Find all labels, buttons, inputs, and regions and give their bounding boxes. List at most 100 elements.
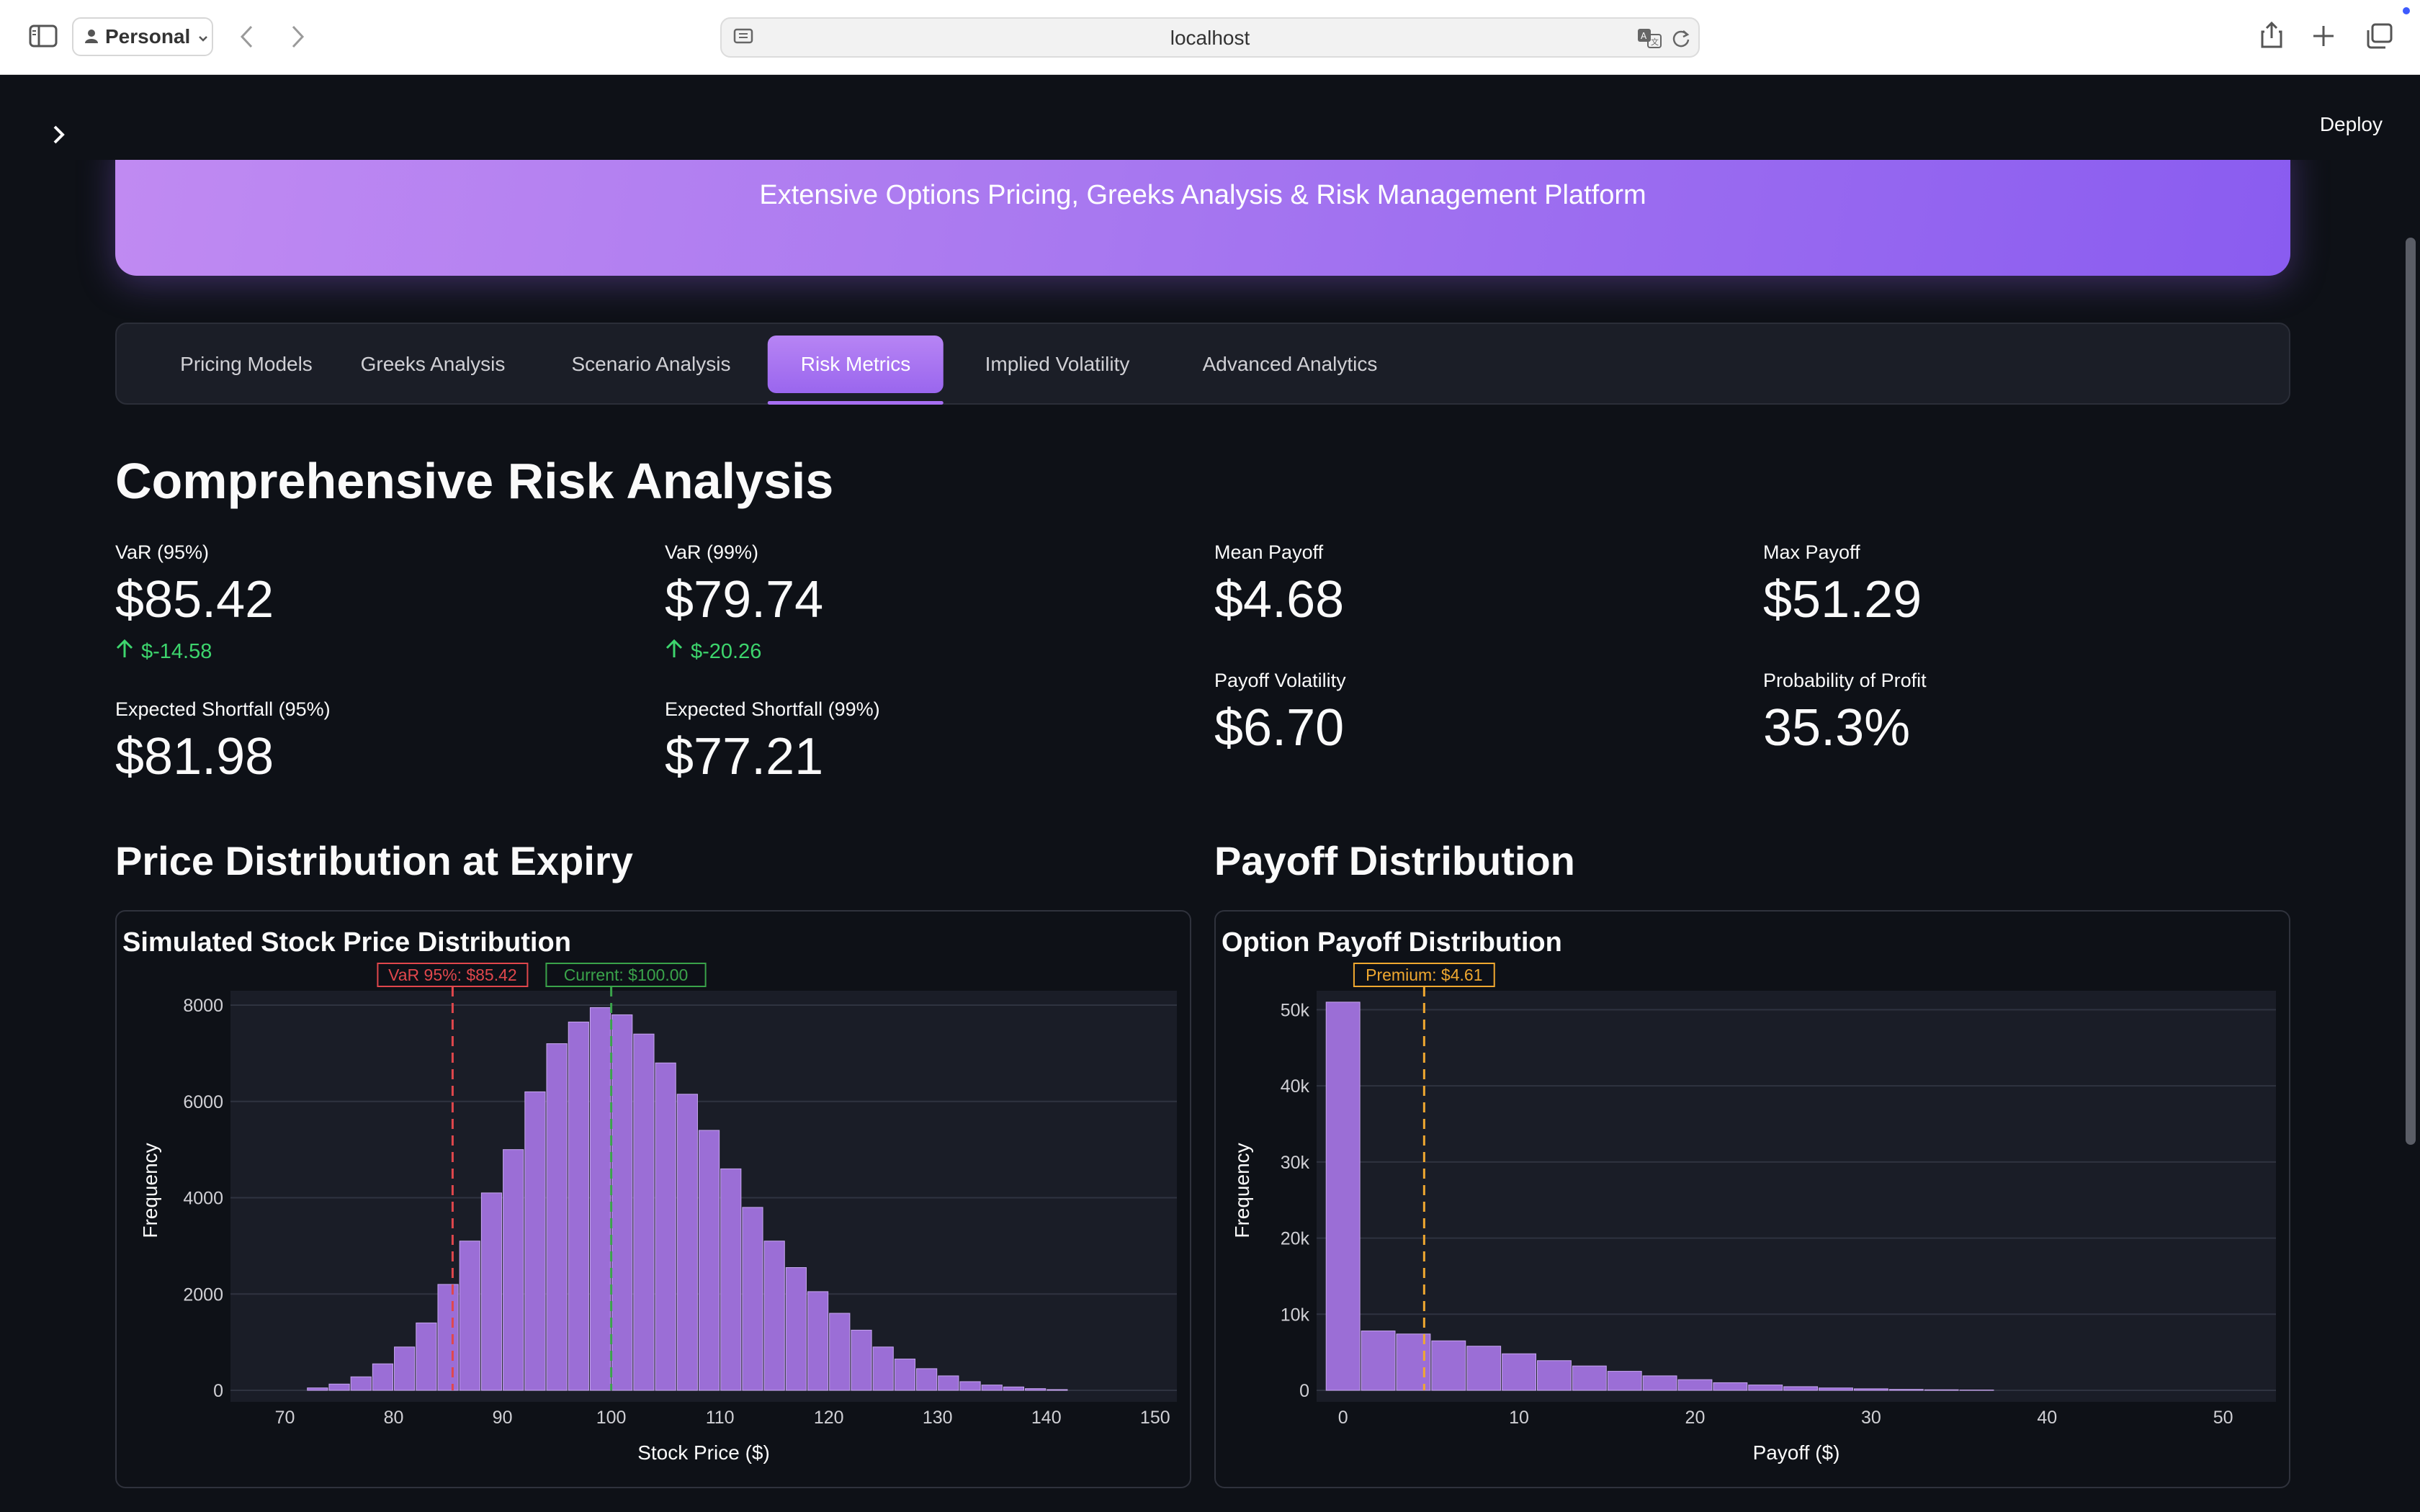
x-tick-label: 90 xyxy=(493,1408,513,1428)
svg-text:文: 文 xyxy=(1651,37,1659,47)
histogram-bar xyxy=(916,1368,938,1391)
metric-value: $81.98 xyxy=(115,728,274,786)
tab-scenario-analysis[interactable]: Scenario Analysis xyxy=(538,336,763,393)
annotation-label: Premium: $4.61 xyxy=(1366,966,1482,984)
metric-label: Probability of Profit xyxy=(1763,670,1927,691)
histogram-bar xyxy=(1819,1387,1853,1391)
notification-dot xyxy=(2403,7,2410,14)
y-tick-label: 4000 xyxy=(183,1189,223,1209)
x-tick-label: 30 xyxy=(1861,1408,1881,1428)
tab-bar: Pricing Models Greeks Analysis Scenario … xyxy=(115,323,2290,405)
histogram-bar xyxy=(655,1062,676,1391)
x-tick-label: 100 xyxy=(596,1408,627,1428)
plot-area xyxy=(1317,991,2276,1402)
chevron-right-icon[interactable] xyxy=(50,122,68,150)
histogram-bar xyxy=(546,1043,568,1391)
profile-selector[interactable]: Personal xyxy=(72,17,213,56)
histogram-bar xyxy=(480,1192,503,1391)
x-tick-label: 70 xyxy=(275,1408,295,1428)
metric-value: $51.29 xyxy=(1763,571,1922,629)
arrow-up-icon xyxy=(115,639,134,665)
histogram-bar xyxy=(894,1359,916,1391)
metric-label: Payoff Volatility xyxy=(1214,670,1346,691)
histogram-bar xyxy=(328,1383,350,1391)
histogram-bar xyxy=(1783,1386,1819,1391)
histogram-bar xyxy=(372,1363,394,1391)
y-tick-label: 30k xyxy=(1281,1153,1310,1173)
metric-value: $6.70 xyxy=(1214,699,1345,757)
histogram-bar xyxy=(872,1346,894,1391)
y-tick-label: 20k xyxy=(1281,1229,1310,1249)
histogram-bar xyxy=(981,1385,1003,1391)
back-icon[interactable] xyxy=(239,24,255,49)
metric-var-99: VaR (99%) $79.74 $-20.26 xyxy=(665,541,823,665)
tab-implied-volatility[interactable]: Implied Volatility xyxy=(952,336,1163,393)
reload-icon[interactable] xyxy=(1671,28,1691,48)
address-bar[interactable]: localhost A文 xyxy=(720,17,1700,58)
y-tick-label: 0 xyxy=(1299,1381,1309,1401)
y-axis-label: Frequency xyxy=(139,1143,161,1238)
metric-delta: $-14.58 xyxy=(115,639,274,665)
histogram-bar xyxy=(1607,1371,1642,1391)
metric-label: Expected Shortfall (95%) xyxy=(115,698,331,720)
annotation-label: Current: $100.00 xyxy=(564,966,689,984)
annotation-label: VaR 95%: $85.42 xyxy=(388,966,517,984)
new-tab-icon[interactable] xyxy=(2312,24,2335,48)
tab-overview-icon[interactable] xyxy=(2365,23,2393,49)
metric-label: Mean Payoff xyxy=(1214,541,1324,563)
translate-icon[interactable]: A文 xyxy=(1636,27,1664,49)
x-axis-label: Payoff ($) xyxy=(1753,1441,1840,1464)
y-axis-label: Frequency xyxy=(1231,1143,1253,1238)
metric-max-payoff: Max Payoff $51.29 xyxy=(1763,541,1922,626)
price-histogram-svg: 0 2000 4000 6000 8000 70 80 90 100 110 120 130 140 15… xyxy=(139,963,1177,1464)
x-tick-label: 130 xyxy=(923,1408,953,1428)
deploy-button[interactable]: Deploy xyxy=(2320,113,2383,136)
svg-text:A: A xyxy=(1641,31,1647,41)
metric-es-99: Expected Shortfall (99%) $77.21 xyxy=(665,698,880,783)
tab-advanced-analytics[interactable]: Advanced Analytics xyxy=(1170,336,1411,393)
histogram-bar xyxy=(1572,1365,1607,1391)
sidebar-toggle-icon[interactable] xyxy=(29,24,58,48)
histogram-bar xyxy=(829,1313,851,1391)
x-axis-label: Stock Price ($) xyxy=(637,1441,770,1464)
hero-subtitle: Extensive Options Pricing, Greeks Analys… xyxy=(759,180,1646,210)
metric-probability-of-profit: Probability of Profit 35.3% xyxy=(1763,670,1927,754)
x-tick-label: 110 xyxy=(706,1408,735,1428)
histogram-bar xyxy=(633,1033,655,1391)
tab-pricing-models[interactable]: Pricing Models xyxy=(147,336,346,393)
y-tick-label: 40k xyxy=(1281,1076,1310,1097)
tab-risk-metrics[interactable]: Risk Metrics xyxy=(767,336,944,405)
price-distribution-chart[interactable]: Simulated Stock Price Distribution 0 2000… xyxy=(115,910,1191,1488)
metric-delta: $-20.26 xyxy=(665,639,823,665)
histogram-bar xyxy=(720,1168,742,1391)
price-distribution-heading: Price Distribution at Expiry xyxy=(115,838,633,883)
share-icon[interactable] xyxy=(2260,20,2283,49)
forward-icon[interactable] xyxy=(290,24,305,49)
y-tick-label: 8000 xyxy=(183,996,223,1016)
x-tick-label: 50 xyxy=(2213,1408,2233,1428)
metric-value: $85.42 xyxy=(115,571,274,629)
histogram-bar xyxy=(763,1241,785,1391)
histogram-bar xyxy=(1537,1360,1572,1391)
y-tick-label: 10k xyxy=(1281,1305,1310,1325)
histogram-bar xyxy=(611,1014,633,1391)
histogram-bar xyxy=(307,1387,328,1391)
histogram-bar xyxy=(742,1207,763,1391)
histogram-bar xyxy=(698,1130,720,1391)
histogram-bar xyxy=(459,1241,480,1391)
x-tick-label: 120 xyxy=(814,1408,844,1428)
payoff-distribution-chart[interactable]: Option Payoff Distribution 0 10k 20k 30k 40k… xyxy=(1214,910,2290,1488)
x-tick-label: 140 xyxy=(1031,1408,1062,1428)
metric-value: $79.74 xyxy=(665,571,824,629)
histogram-bar xyxy=(503,1149,524,1391)
chevron-down-icon xyxy=(197,25,209,48)
metric-label: VaR (95%) xyxy=(115,541,210,563)
tab-greeks-analysis[interactable]: Greeks Analysis xyxy=(328,336,539,393)
page-scrollbar[interactable] xyxy=(2406,238,2416,1145)
y-tick-label: 0 xyxy=(213,1381,223,1401)
histogram-bar xyxy=(1003,1386,1025,1391)
histogram-bar xyxy=(938,1375,959,1391)
app-header: Deploy xyxy=(0,75,2420,160)
x-tick-label: 40 xyxy=(2037,1408,2057,1428)
histogram-bar xyxy=(1748,1385,1783,1391)
